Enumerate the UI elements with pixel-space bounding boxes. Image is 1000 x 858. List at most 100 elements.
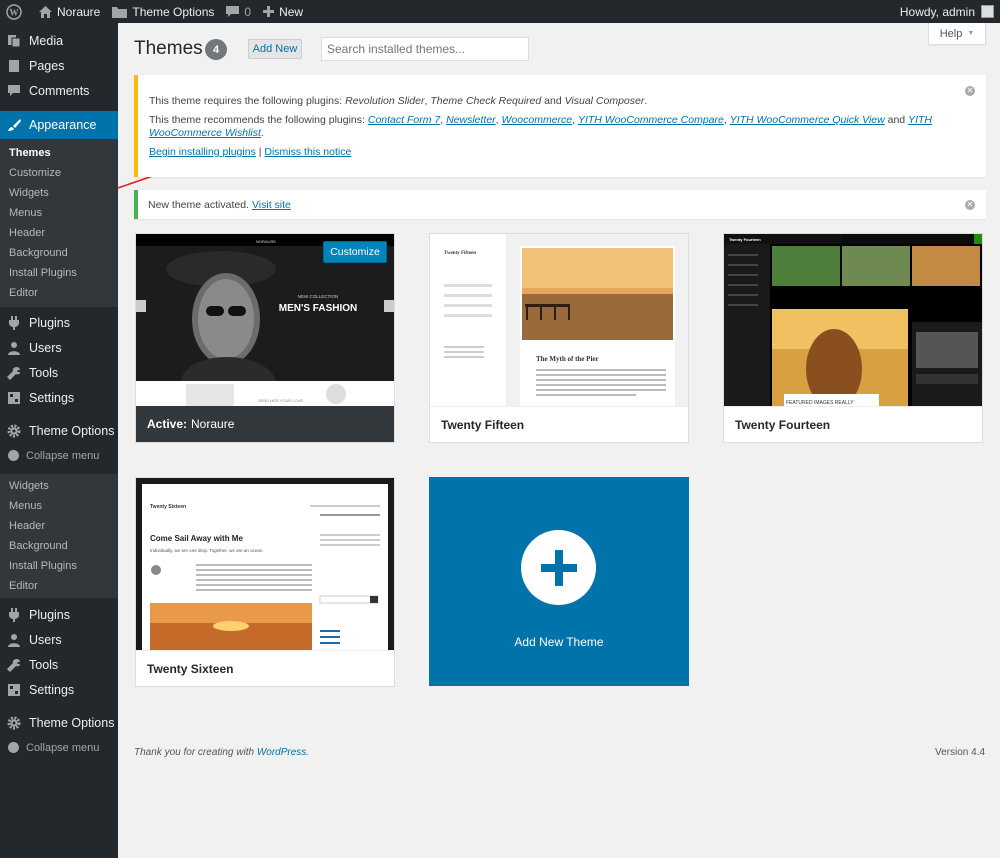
submenu-background[interactable]: Background [0, 243, 118, 263]
menu-label: Collapse menu [26, 449, 100, 462]
comments-icon [7, 84, 21, 98]
wordpress-logo-button[interactable]: W [0, 0, 33, 23]
menu-label: Settings [29, 682, 75, 697]
svg-text:W: W [10, 7, 19, 17]
plus-circle-icon [521, 530, 596, 605]
visit-site-link[interactable]: Visit site [252, 199, 291, 211]
comments-count: 0 [244, 4, 252, 19]
plugin-notice: This theme requires the following plugin… [134, 75, 986, 177]
theme-screenshot: Twenty Sixteen Come Sail Away with Me In… [136, 478, 394, 650]
menu-label: Plugins [29, 607, 70, 622]
wrench-icon [7, 366, 21, 380]
plugin-link[interactable]: Woocommerce [502, 114, 573, 126]
menu-users[interactable]: Users [0, 335, 118, 360]
theme-card-twenty-fourteen[interactable]: Twenty Fourteen FEATURED IMAGES REALLY T… [723, 233, 983, 443]
screenshot-post-title: The Myth of the Pier [536, 355, 599, 363]
theme-card-noraure[interactable]: NORAURE NEW COLLECTION MEN'S FASHION SEN… [135, 233, 395, 443]
collapse-arrow-icon [8, 450, 19, 461]
screenshot-site-title: Twenty Fifteen [444, 251, 476, 256]
close-icon[interactable]: ✕ [965, 200, 975, 210]
theme-name: Noraure [191, 417, 235, 431]
dismiss-notice-link[interactable]: Dismiss this notice [264, 146, 351, 158]
menu-theme-options[interactable]: Theme Options [0, 710, 118, 735]
menu-media[interactable]: Media [0, 28, 118, 53]
theme-screenshot: Twenty Fourteen FEATURED IMAGES REALLY [724, 234, 982, 406]
add-new-theme-card[interactable]: Add New Theme [429, 477, 689, 686]
plugin-link[interactable]: Contact Form 7 [368, 114, 440, 126]
account-menu[interactable]: Howdy, admin [900, 5, 1000, 19]
menu-theme-options[interactable]: Theme Options [0, 418, 118, 443]
submenu-install-plugins[interactable]: Install Plugins [0, 556, 118, 576]
chevron-down-icon: ▼ [967, 30, 975, 37]
menu-label: Settings [29, 390, 75, 405]
plug-icon [7, 315, 21, 330]
gear-icon [7, 716, 21, 730]
collapse-menu-button[interactable]: Collapse menu [0, 443, 118, 468]
wrench-icon [7, 658, 21, 672]
submenu-background[interactable]: Background [0, 536, 118, 556]
folder-icon [112, 6, 128, 18]
theme-screenshot: Twenty Fifteen The Myth of the Pier [430, 234, 688, 406]
menu-pages[interactable]: Pages [0, 53, 118, 78]
comments-link[interactable]: 0 [220, 0, 257, 23]
submenu-editor[interactable]: Editor [0, 576, 118, 596]
submenu-widgets[interactable]: Widgets [0, 476, 118, 496]
new-label: New [279, 4, 304, 19]
begin-installing-link[interactable]: Begin installing plugins [149, 146, 256, 158]
theme-name: Twenty Fourteen [724, 406, 982, 442]
submenu-header[interactable]: Header [0, 223, 118, 243]
submenu-customize[interactable]: Customize [0, 163, 118, 183]
submenu-menus[interactable]: Menus [0, 203, 118, 223]
wordpress-logo-icon: W [6, 3, 22, 20]
submenu-themes[interactable]: Themes [0, 143, 118, 163]
submenu-widgets[interactable]: Widgets [0, 183, 118, 203]
admin-bar: W Noraure Theme Options 0 New Howdy, adm… [0, 0, 1000, 23]
paintbrush-icon [7, 118, 21, 132]
settings-icon [7, 391, 21, 405]
add-new-theme-button[interactable]: Add New [248, 39, 302, 59]
user-icon [7, 341, 21, 355]
theme-name-bar: Active: Noraure Customize [136, 241, 394, 442]
menu-users[interactable]: Users [0, 627, 118, 652]
plugin-link[interactable]: YITH WooCommerce Quick View [730, 114, 885, 126]
menu-label: Media [29, 33, 64, 48]
menu-tools[interactable]: Tools [0, 652, 118, 677]
plus-icon [263, 6, 275, 17]
new-content-link[interactable]: New [257, 0, 309, 23]
submenu-install-plugins[interactable]: Install Plugins [0, 263, 118, 283]
screenshot-featured: FEATURED IMAGES REALLY [786, 400, 854, 406]
submenu-editor[interactable]: Editor [0, 283, 118, 303]
plugin-link[interactable]: Newsletter [446, 114, 496, 126]
search-themes-input[interactable] [321, 37, 529, 61]
theme-card-twenty-sixteen[interactable]: Twenty Sixteen Come Sail Away with Me In… [135, 477, 395, 687]
menu-appearance[interactable]: Appearance [0, 111, 118, 139]
submenu-menus[interactable]: Menus [0, 496, 118, 516]
close-icon[interactable]: ✕ [965, 86, 975, 96]
menu-comments[interactable]: Comments [0, 78, 118, 103]
plugin-link[interactable]: YITH WooCommerce Compare [578, 114, 724, 126]
user-icon [7, 633, 21, 647]
menu-settings[interactable]: Settings [0, 677, 118, 702]
customize-button[interactable]: Customize [323, 241, 387, 263]
menu-tools[interactable]: Tools [0, 360, 118, 385]
screenshot-post-title: Come Sail Away with Me [150, 534, 243, 543]
menu-label: Users [29, 340, 62, 355]
separator: and [884, 114, 909, 126]
screenshot-site-title: Twenty Fourteen [729, 237, 761, 242]
menu-plugins[interactable]: Plugins [0, 602, 118, 627]
separator: and [541, 95, 565, 107]
menu-plugins[interactable]: Plugins [0, 310, 118, 335]
screenshot-headline: MEN'S FASHION [279, 303, 358, 314]
menu-settings[interactable]: Settings [0, 385, 118, 410]
theme-options-link[interactable]: Theme Options [106, 0, 220, 23]
menu-label: Tools [29, 657, 59, 672]
active-label: Active: [147, 417, 188, 431]
plugin-name: Revolution Slider [345, 95, 425, 107]
help-tab-button[interactable]: Help ▼ [928, 23, 986, 45]
submenu-header[interactable]: Header [0, 516, 118, 536]
recommended-plugins-text: This theme recommends the following plug… [149, 114, 932, 139]
wordpress-link[interactable]: WordPress [257, 747, 306, 758]
theme-card-twenty-fifteen[interactable]: Twenty Fifteen The Myth of the Pier Twen… [429, 233, 689, 443]
site-name-link[interactable]: Noraure [33, 0, 106, 23]
collapse-menu-button[interactable]: Collapse menu [0, 735, 118, 760]
